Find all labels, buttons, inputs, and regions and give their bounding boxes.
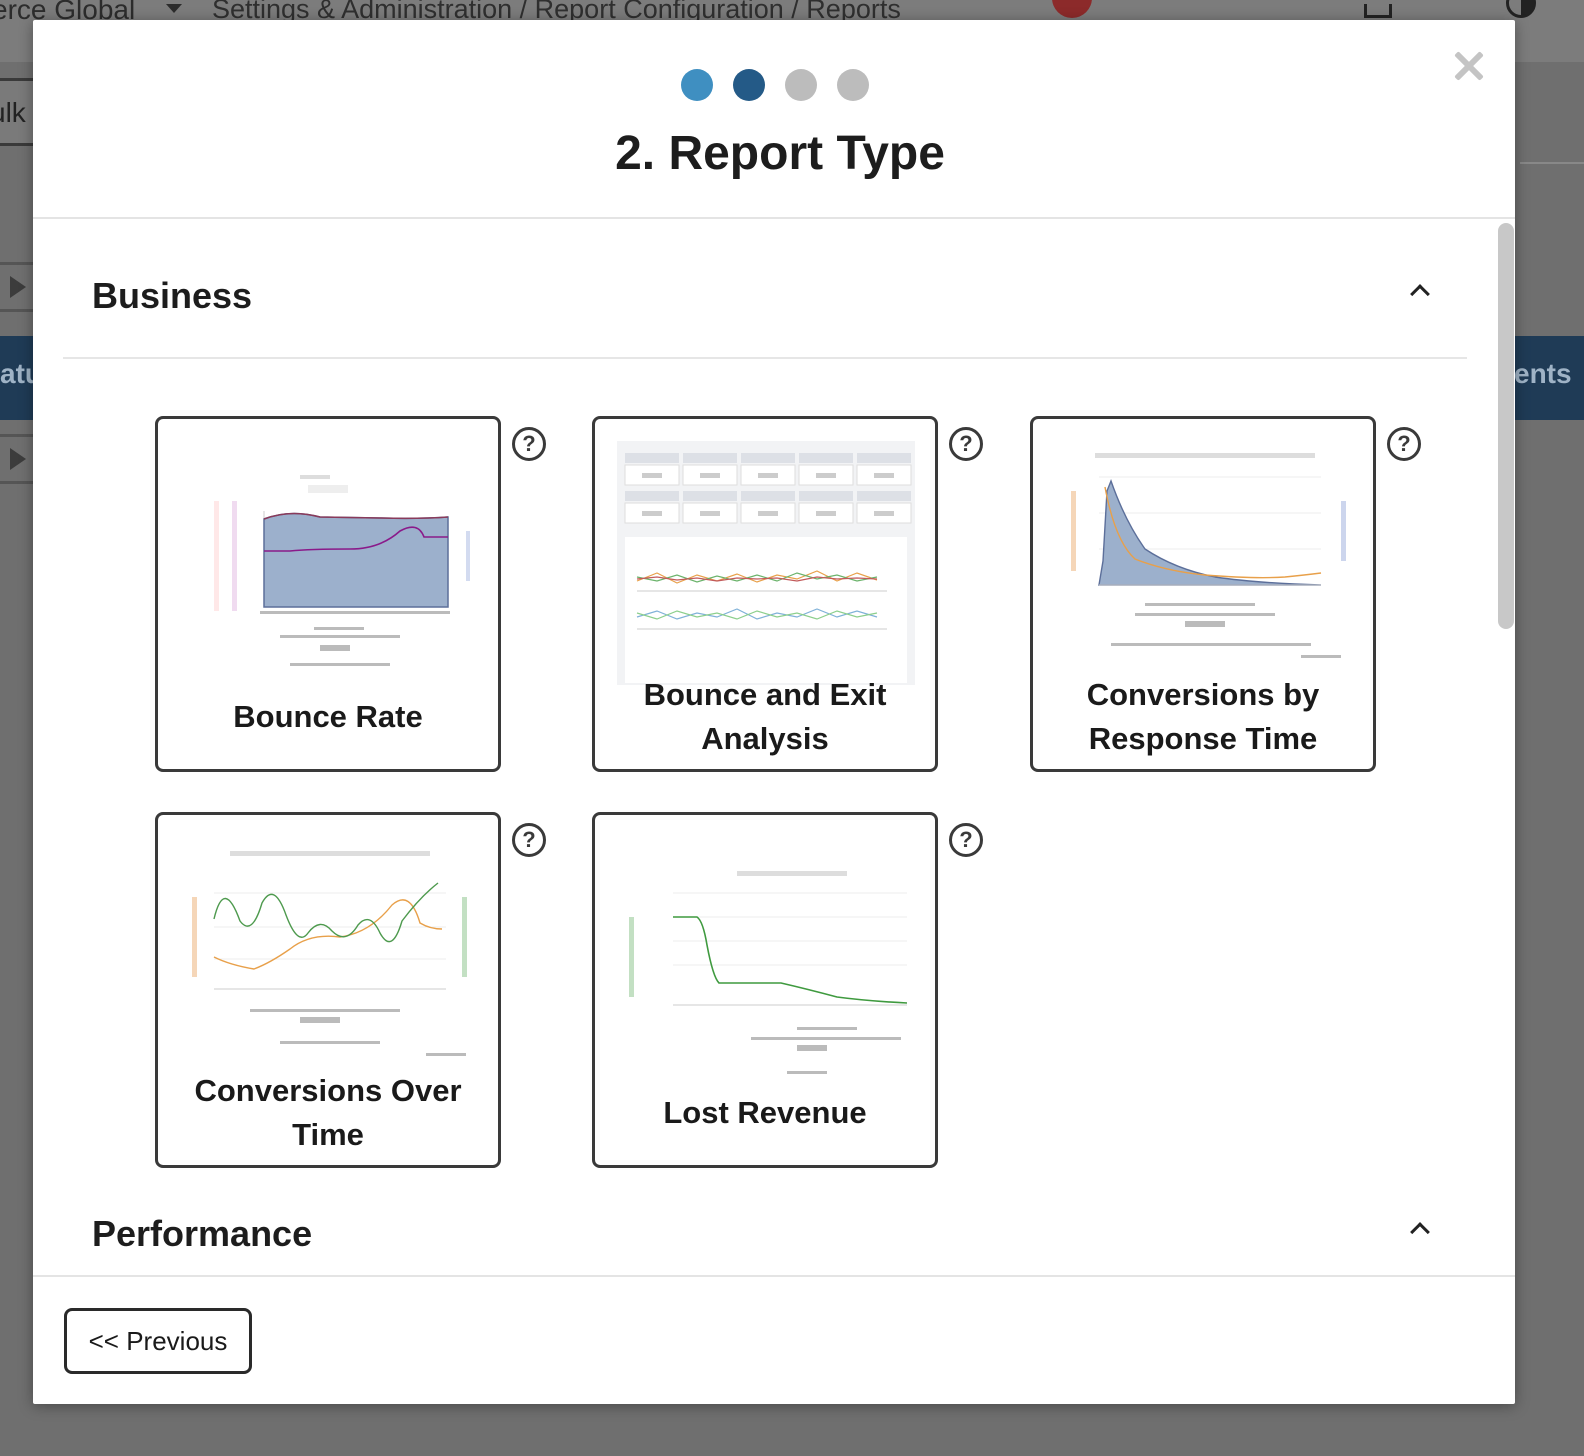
step-indicator-2	[733, 69, 765, 101]
section-title-performance: Performance	[92, 1213, 313, 1254]
chevron-up-icon[interactable]	[1410, 284, 1430, 304]
report-card-bounce-exit-analysis[interactable]: Bounce and Exit Analysis	[592, 416, 938, 772]
modal-header: 2. Report Type	[33, 20, 1515, 219]
report-card-label: Bounce Rate	[233, 699, 423, 734]
report-card-label: Lost Revenue	[663, 1095, 867, 1130]
notification-icon	[1052, 0, 1092, 18]
report-card-conversions-over-time[interactable]: Conversions Over Time	[155, 812, 501, 1168]
conversions-response-chart-preview	[1071, 453, 1346, 658]
step-indicator-3	[785, 69, 817, 101]
bounce-rate-chart-preview	[214, 475, 470, 666]
report-card-bounce-rate[interactable]: Bounce Rate	[155, 416, 501, 772]
org-dropdown-icon	[166, 4, 182, 13]
modal-scrollbar[interactable]	[1498, 223, 1514, 629]
section-title-business: Business	[92, 275, 253, 316]
step-indicator-4	[837, 69, 869, 101]
help-icon-conversions-response-time[interactable]: ?	[1387, 427, 1421, 461]
fullscreen-icon	[1364, 4, 1392, 18]
background-band-right: ents	[1510, 336, 1584, 420]
help-icon-bounce-rate[interactable]: ?	[512, 427, 546, 461]
chevron-up-icon[interactable]	[1410, 1222, 1430, 1242]
help-icon-lost-revenue[interactable]: ?	[949, 823, 983, 857]
lost-revenue-chart-preview	[629, 871, 908, 1074]
report-wizard-modal: 2. Report Type Business Bounce Rate ? Bo…	[33, 20, 1515, 1404]
conversions-time-chart-preview	[192, 851, 467, 1056]
modal-footer: << Previous	[33, 1275, 1515, 1404]
report-card-lost-revenue[interactable]: Lost Revenue	[592, 812, 938, 1168]
previous-button[interactable]: << Previous	[64, 1308, 252, 1374]
report-card-label: Bounce and Exit Analysis	[643, 677, 887, 756]
section-header-performance[interactable]: Performance	[63, 1159, 1467, 1275]
contrast-icon	[1506, 0, 1536, 18]
modal-title: 2. Report Type	[615, 127, 945, 180]
bounce-exit-table-preview	[617, 441, 915, 685]
modal-body[interactable]: Business Bounce Rate ? Bounce and Exit A…	[33, 221, 1515, 1275]
report-card-label: Conversions Over Time	[194, 1073, 462, 1152]
step-indicator-1	[681, 69, 713, 101]
wizard-steps	[33, 69, 1515, 101]
close-icon[interactable]	[1451, 48, 1487, 84]
report-card-conversions-response-time[interactable]: Conversions by Response Time	[1030, 416, 1376, 772]
report-card-label: Conversions by Response Time	[1086, 677, 1320, 756]
section-header-business[interactable]: Business	[63, 221, 1467, 359]
background-divider	[1520, 162, 1584, 164]
help-icon-conversions-over-time[interactable]: ?	[512, 823, 546, 857]
help-icon-bounce-exit-analysis[interactable]: ?	[949, 427, 983, 461]
